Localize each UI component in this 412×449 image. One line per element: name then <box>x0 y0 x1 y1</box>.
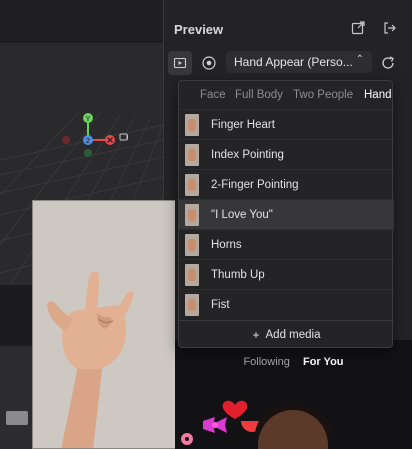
preview-mode-dropdown[interactable]: Hand Appear (Perso... ⌃ <box>226 51 372 73</box>
axis-gizmo[interactable]: Y 2 <box>58 100 128 160</box>
list-item-2-finger-pointing[interactable]: 2-Finger Pointing <box>179 169 394 199</box>
gesture-thumbnail <box>185 293 199 316</box>
gesture-thumbnail <box>185 233 199 256</box>
tab-for-you[interactable]: For You <box>303 356 344 368</box>
list-item-label: Fist <box>211 298 230 311</box>
i-love-you-hand-image <box>33 201 175 448</box>
list-item-label: Horns <box>211 238 242 251</box>
gesture-thumbnail <box>185 173 199 196</box>
menu-category-tabs: Face Full Body Two People Hand <box>179 89 394 109</box>
plus-icon: + <box>252 327 260 342</box>
exit-icon[interactable] <box>382 20 398 36</box>
gesture-thumbnail <box>185 263 199 286</box>
y-axis-label: Y <box>86 116 91 123</box>
refresh-button[interactable] <box>376 51 400 75</box>
dropdown-value: Hand Appear (Perso... <box>234 55 353 69</box>
hand-gesture-list: Finger Heart Index Pointing 2-Finger Poi… <box>179 109 394 319</box>
tab-hand[interactable]: Hand <box>364 89 392 101</box>
neg-y-handle[interactable] <box>84 149 92 157</box>
phone-preview[interactable]: Following For You <box>175 340 412 449</box>
tab-full-body[interactable]: Full Body <box>235 89 283 101</box>
z-axis-label: 2 <box>86 138 90 145</box>
gesture-thumbnail <box>185 113 199 136</box>
media-dropdown-menu: Face Full Body Two People Hand Finger He… <box>178 80 394 348</box>
list-item-fist[interactable]: Fist <box>179 289 394 319</box>
camera-icon[interactable] <box>119 133 128 141</box>
list-item-index-pointing[interactable]: Index Pointing <box>179 139 394 169</box>
video-icon <box>173 57 187 69</box>
chevron-up-icon: ⌃ <box>355 54 364 65</box>
list-item-label: Index Pointing <box>211 148 284 161</box>
preview-toolbar: Hand Appear (Perso... ⌃ <box>164 48 412 78</box>
viewport-header <box>0 0 163 44</box>
gesture-thumbnail <box>185 203 199 226</box>
record-icon <box>202 56 216 70</box>
list-item-label: Thumb Up <box>211 268 265 281</box>
add-media-button[interactable]: + Add media <box>179 320 394 348</box>
tab-following[interactable]: Following <box>243 356 289 368</box>
phone-feed-tabs: Following For You <box>175 356 412 368</box>
hand-photo <box>32 200 175 449</box>
add-media-label: Add media <box>265 328 321 341</box>
list-item-i-love-you[interactable]: "I Love You" <box>179 199 394 229</box>
camera-toggle-button[interactable] <box>197 51 221 75</box>
pop-out-icon[interactable] <box>350 20 366 36</box>
gesture-thumbnail <box>185 143 199 166</box>
heart-sticker-icon <box>222 400 248 419</box>
refresh-icon <box>382 56 394 69</box>
app-root: Y 2 Preview Hand Appear (Perso... ⌃ Foll… <box>0 0 412 449</box>
tab-face[interactable]: Face <box>200 89 226 101</box>
film-icon[interactable] <box>6 411 28 425</box>
media-source-button[interactable] <box>168 51 192 75</box>
list-item-label: 2-Finger Pointing <box>211 178 299 191</box>
list-item-horns[interactable]: Horns <box>179 229 394 259</box>
tab-two-people[interactable]: Two People <box>293 89 353 101</box>
preview-title: Preview <box>174 22 224 37</box>
list-item-thumb-up[interactable]: Thumb Up <box>179 259 394 289</box>
list-item-label: "I Love You" <box>211 208 273 221</box>
neg-x-handle[interactable] <box>62 136 70 144</box>
list-item-finger-heart[interactable]: Finger Heart <box>179 109 394 139</box>
list-item-label: Finger Heart <box>211 118 275 131</box>
